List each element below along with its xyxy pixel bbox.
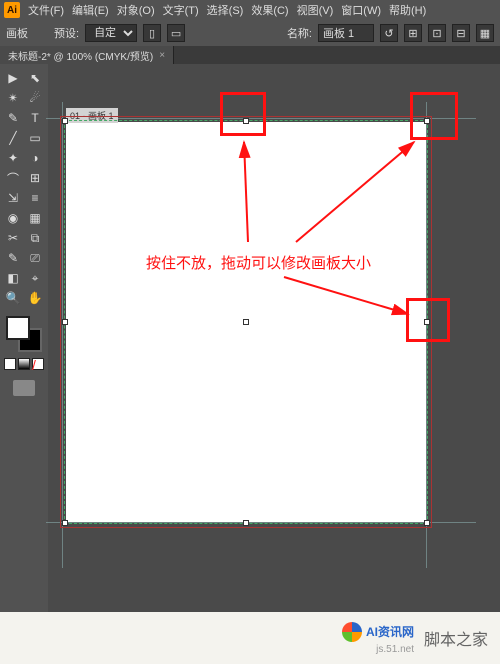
eyedropper-tool[interactable]: ◧ (2, 268, 24, 288)
rectangle-tool[interactable]: ▭ (24, 128, 46, 148)
canvas-area[interactable]: 01 - 画板 1 按住不放，拖动可以修改画板大小 (48, 64, 500, 612)
annotation-box-ne (410, 92, 458, 140)
color-mode-none[interactable]: / (32, 358, 44, 370)
menu-object[interactable]: 对象(O) (117, 2, 155, 18)
footer-jb-text: 脚本之家 (424, 626, 488, 650)
zoom-tool[interactable]: 🔍 (2, 288, 24, 308)
optbar-icon-2[interactable]: ⊞ (404, 24, 422, 42)
width-tool[interactable]: ◉ (2, 208, 24, 228)
preset-select[interactable]: 自定 (85, 24, 137, 42)
eraser-tool[interactable]: ⊞ (24, 168, 46, 188)
options-label-preset: 预设: (54, 25, 79, 41)
document-tab-bar: 未标题-2* @ 100% (CMYK/预览) × (0, 46, 500, 64)
footer-brand: AI资讯网 (342, 622, 414, 642)
handle-center[interactable] (243, 319, 249, 325)
menu-edit[interactable]: 编辑(E) (72, 2, 109, 18)
document-tab-title: 未标题-2* @ 100% (CMYK/预览) (8, 48, 153, 63)
annotation-box-top (220, 92, 266, 136)
annotation-text: 按住不放，拖动可以修改画板大小 (146, 252, 371, 273)
orientation-landscape-icon[interactable]: ▭ (167, 24, 185, 42)
perspective-grid-tool[interactable]: ⧉ (24, 228, 46, 248)
artboard-name-input[interactable] (318, 24, 374, 42)
artboard[interactable]: 01 - 画板 1 (66, 122, 426, 522)
menu-file[interactable]: 文件(F) (28, 2, 64, 18)
paintbrush-tool[interactable]: ✦ (2, 148, 24, 168)
pen-tool[interactable]: ✎ (2, 108, 24, 128)
lasso-tool[interactable]: ☄ (24, 88, 46, 108)
footer-brand-text: AI资讯网 (366, 623, 414, 640)
footer-bar: AI资讯网 js.51.net 脚本之家 (0, 612, 500, 664)
magic-wand-tool[interactable]: ✴ (2, 88, 24, 108)
blob-brush-tool[interactable]: ⌒ (2, 168, 24, 188)
annotation-box-right (406, 298, 450, 342)
menu-bar: Ai 文件(F) 编辑(E) 对象(O) 文字(T) 选择(S) 效果(C) 视… (0, 0, 500, 20)
menu-select[interactable]: 选择(S) (207, 2, 244, 18)
optbar-icon-5[interactable]: ▦ (476, 24, 494, 42)
gradient-tool[interactable]: ⎚ (24, 248, 46, 268)
fill-swatch[interactable] (6, 316, 30, 340)
options-bar: 画板 预设: 自定 ▯ ▭ 名称: ↺ ⊞ ⊡ ⊟ ▦ (0, 20, 500, 46)
menu-type[interactable]: 文字(T) (163, 2, 199, 18)
color-mode-row: / (4, 358, 44, 370)
handle-sw[interactable] (62, 520, 68, 526)
options-label-board: 画板 (6, 25, 28, 41)
app-logo: Ai (4, 2, 20, 18)
footer-site-text: js.51.net (376, 644, 414, 655)
screen-mode-icon[interactable] (13, 380, 35, 396)
selection-tool[interactable]: ▶ (2, 68, 24, 88)
optbar-icon-1[interactable]: ↺ (380, 24, 398, 42)
menu-view[interactable]: 视图(V) (297, 2, 334, 18)
mesh-tool[interactable]: ✎ (2, 248, 24, 268)
blend-tool[interactable]: ⌖ (24, 268, 46, 288)
handle-w[interactable] (62, 319, 68, 325)
handle-nw[interactable] (62, 118, 68, 124)
orientation-portrait-icon[interactable]: ▯ (143, 24, 161, 42)
type-tool[interactable]: T (24, 108, 46, 128)
line-tool[interactable]: ╱ (2, 128, 24, 148)
rotate-tool[interactable]: ⇲ (2, 188, 24, 208)
handle-se[interactable] (424, 520, 430, 526)
footer-brand-logo-icon (342, 622, 362, 642)
shape-builder-tool[interactable]: ✂ (2, 228, 24, 248)
menu-window[interactable]: 窗口(W) (341, 2, 381, 18)
optbar-icon-3[interactable]: ⊡ (428, 24, 446, 42)
tools-panel: ▶ ⬉ ✴ ☄ ✎ T ╱ ▭ ✦ ◑ ⌒ ⊞ ⇲ ≡ ◉ ▦ ✂ ⧉ ✎ ⎚ … (0, 64, 48, 612)
menu-help[interactable]: 帮助(H) (389, 2, 426, 18)
color-mode-gradient[interactable] (18, 358, 30, 370)
options-label-name: 名称: (287, 25, 312, 41)
artboard-wrap: 01 - 画板 1 按住不放，拖动可以修改画板大小 (66, 122, 436, 528)
menu-effect[interactable]: 效果(C) (251, 2, 288, 18)
pencil-tool[interactable]: ◑ (24, 148, 46, 168)
handle-s[interactable] (243, 520, 249, 526)
fill-stroke-swatch[interactable] (4, 314, 44, 354)
color-mode-solid[interactable] (4, 358, 16, 370)
document-tab[interactable]: 未标题-2* @ 100% (CMYK/预览) × (0, 46, 174, 64)
scale-tool[interactable]: ≡ (24, 188, 46, 208)
direct-selection-tool[interactable]: ⬉ (24, 68, 46, 88)
free-transform-tool[interactable]: ▦ (24, 208, 46, 228)
hand-tool[interactable]: ✋ (24, 288, 46, 308)
optbar-icon-4[interactable]: ⊟ (452, 24, 470, 42)
close-icon[interactable]: × (159, 50, 165, 61)
